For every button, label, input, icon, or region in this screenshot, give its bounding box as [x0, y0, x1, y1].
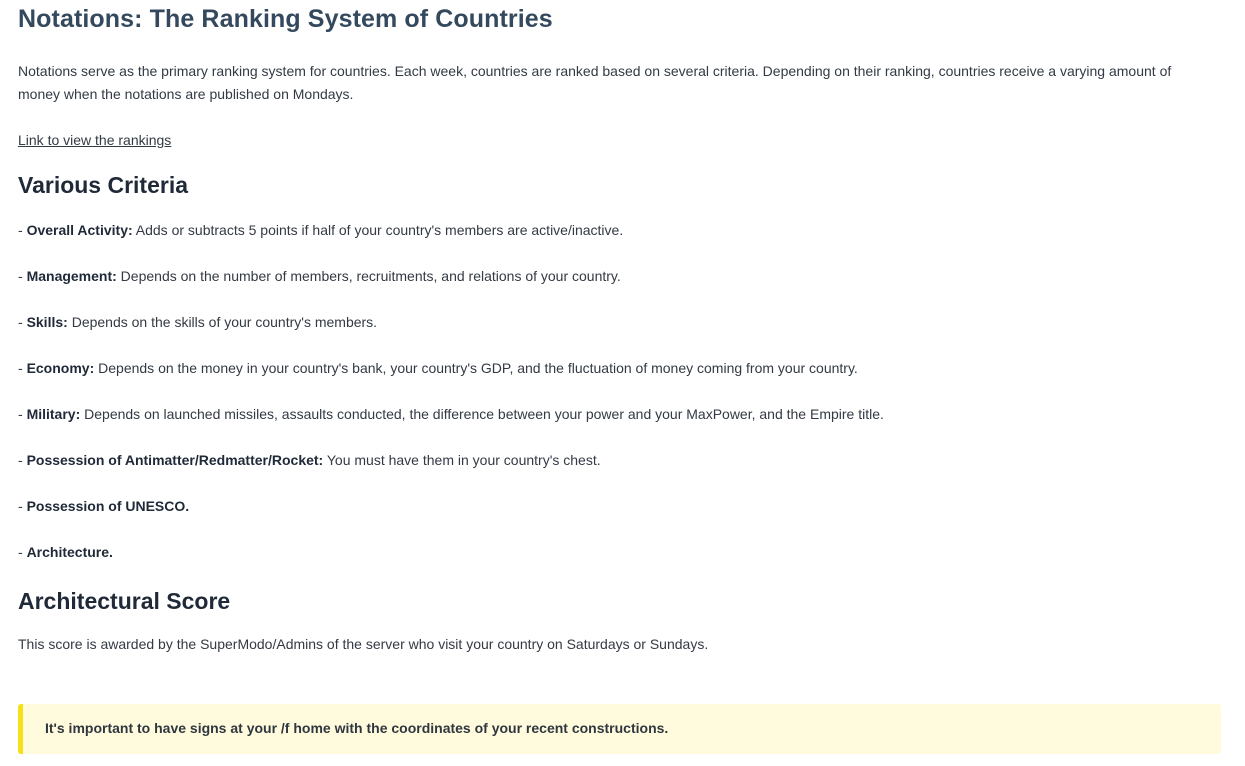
criteria-label: Architecture.: [26, 544, 113, 560]
page-title: Notations: The Ranking System of Countri…: [18, 5, 553, 33]
criteria-description: Depends on launched missiles, assaults c…: [80, 406, 884, 422]
tip-callout-text: It's important to have signs at your /f …: [45, 720, 669, 736]
criteria-item-management: - Management: Depends on the number of m…: [18, 268, 621, 284]
criteria-item-architecture: - Architecture.: [18, 544, 113, 560]
criteria-item-overall-activity: - Overall Activity: Adds or subtracts 5 …: [18, 222, 624, 238]
tip-callout: It's important to have signs at your /f …: [18, 704, 1221, 754]
rankings-link[interactable]: Link to view the rankings: [18, 129, 171, 152]
criteria-label: Overall Activity:: [26, 222, 133, 238]
criteria-label: Military:: [26, 406, 81, 422]
criteria-label: Economy:: [26, 360, 95, 376]
criteria-item-skills: - Skills: Depends on the skills of your …: [18, 314, 378, 330]
page-content: Notations: The Ranking System of Countri…: [18, 0, 1221, 754]
architectural-description: This score is awarded by the SuperModo/A…: [18, 636, 709, 652]
criteria-label: Management:: [26, 268, 117, 284]
criteria-description: Depends on the money in your country's b…: [94, 360, 858, 376]
criteria-item-military: - Military: Depends on launched missiles…: [18, 406, 884, 422]
criteria-description: Depends on the number of members, recrui…: [116, 268, 621, 284]
criteria-label: Possession of Antimatter/Redmatter/Rocke…: [26, 452, 324, 468]
criteria-description: You must have them in your country's che…: [323, 452, 601, 468]
criteria-list: - Overall Activity: Adds or subtracts 5 …: [18, 219, 1221, 564]
criteria-description: Adds or subtracts 5 points if half of yo…: [132, 222, 624, 238]
criteria-item-unesco: - Possession of UNESCO.: [18, 498, 190, 514]
criteria-label: Skills:: [26, 314, 68, 330]
criteria-label: Possession of UNESCO.: [26, 498, 190, 514]
intro-paragraph: Notations serve as the primary ranking s…: [18, 63, 1172, 102]
criteria-heading: Various Criteria: [18, 172, 189, 198]
criteria-item-economy: - Economy: Depends on the money in your …: [18, 360, 858, 376]
architectural-heading: Architectural Score: [18, 588, 231, 614]
criteria-item-possession-matter: - Possession of Antimatter/Redmatter/Roc…: [18, 452, 601, 468]
criteria-description: Depends on the skills of your country's …: [67, 314, 378, 330]
